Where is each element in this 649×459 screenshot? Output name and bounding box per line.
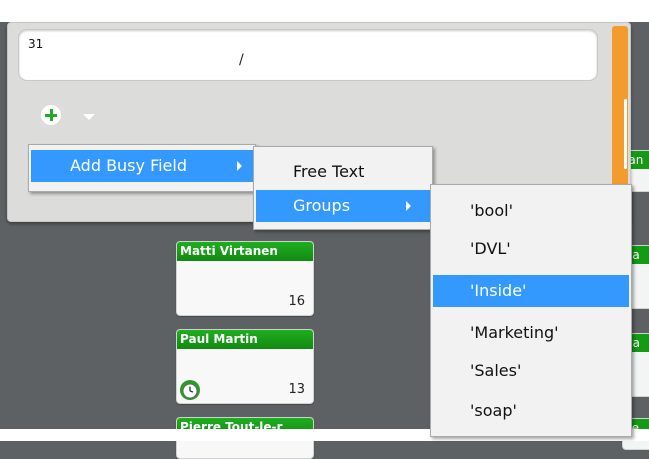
menu-item-label: 'Sales' [470, 361, 522, 380]
person-count: 16 [288, 294, 305, 309]
menu-item-label: Add Busy Field [70, 156, 187, 175]
plus-circle-icon[interactable] [41, 105, 61, 125]
menu-item-group[interactable]: 'bool' [433, 195, 629, 227]
menu-item-label: 'Marketing' [470, 323, 559, 342]
person-card[interactable]: Paul Martin 13 [176, 329, 314, 404]
menu-item-label: 'Inside' [470, 281, 527, 300]
menu-item-label: 'bool' [470, 201, 513, 220]
person-card[interactable]: Matti Virtanen 16 [176, 241, 314, 316]
groups-submenu: 'bool' 'DVL' 'Inside' 'Marketing' 'Sales… [430, 184, 632, 437]
menu-item-label: Free Text [293, 162, 365, 181]
chevron-right-icon [237, 161, 242, 171]
menu-item-label: Groups [293, 196, 351, 215]
menu-item-group[interactable]: 'Sales' [433, 355, 629, 387]
chevron-right-icon [406, 201, 411, 211]
chevron-down-icon[interactable] [83, 114, 95, 120]
scrollbar-thumb[interactable] [624, 99, 627, 169]
clock-icon [180, 380, 200, 400]
window-top-edge [0, 0, 649, 22]
person-count: 13 [288, 382, 305, 397]
busy-field-submenu: Free Text Groups [253, 146, 433, 230]
busy-text-value: 31 [28, 37, 44, 51]
menu-item-groups[interactable]: Groups [256, 190, 430, 222]
menu-item-free-text[interactable]: Free Text [256, 156, 430, 188]
menu-item-label: 'DVL' [470, 239, 511, 258]
menu-item-group[interactable]: 'Marketing' [433, 317, 629, 349]
person-name: Matti Virtanen [177, 242, 313, 261]
busy-text-input[interactable]: 31 / [18, 29, 598, 81]
menu-item-label: 'soap' [470, 401, 517, 420]
menu-item-group-selected[interactable]: 'Inside' [433, 275, 629, 307]
add-menu: Add Busy Field [28, 144, 256, 192]
text-cursor-mark: / [239, 52, 244, 68]
menu-item-add-busy-field[interactable]: Add Busy Field [31, 150, 253, 182]
menu-item-group[interactable]: 'DVL' [433, 233, 629, 265]
menu-item-group[interactable]: 'soap' [433, 395, 629, 427]
person-name: Paul Martin [177, 330, 313, 349]
